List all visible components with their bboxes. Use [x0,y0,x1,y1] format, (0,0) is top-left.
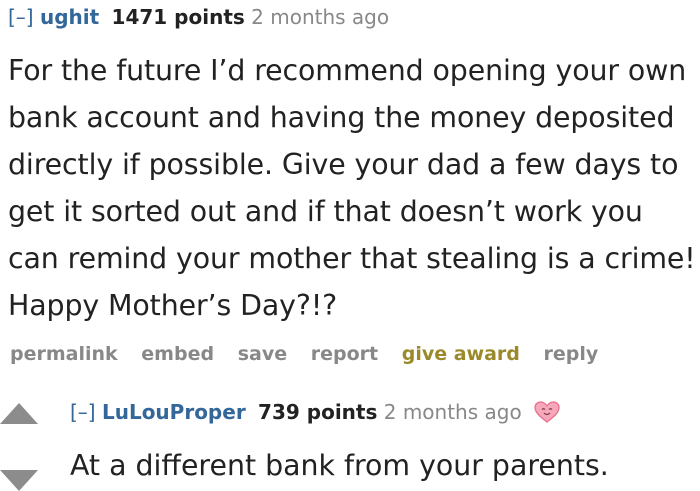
embed-link[interactable]: embed [141,343,214,365]
upvote-arrow-icon[interactable] [0,403,38,424]
comment-header: [–] LuLouProper 739 points 2 months ago [70,399,560,425]
comment-body: For the future I’d recommend opening you… [8,54,696,322]
comment-actions: permalink embed save report give award r… [10,343,615,365]
collapse-toggle[interactable]: [–] [8,5,34,29]
timestamp: 2 months ago [383,400,522,424]
score: 739 points [258,400,378,424]
score: 1471 points [111,5,245,29]
timestamp: 2 months ago [251,5,390,29]
heart-award-icon [534,401,560,429]
author-link[interactable]: LuLouProper [102,400,246,424]
permalink-link[interactable]: permalink [10,343,118,365]
report-link[interactable]: report [311,343,378,365]
author-link[interactable]: ughit [40,5,99,29]
save-link[interactable]: save [238,343,287,365]
give-award-link[interactable]: give award [402,343,520,365]
collapse-toggle[interactable]: [–] [70,400,96,424]
reply-link[interactable]: reply [544,343,599,365]
comment-body: At a different bank from your parents. [70,449,609,482]
comment-header: [–] ughit 1471 points 2 months ago [8,4,389,30]
